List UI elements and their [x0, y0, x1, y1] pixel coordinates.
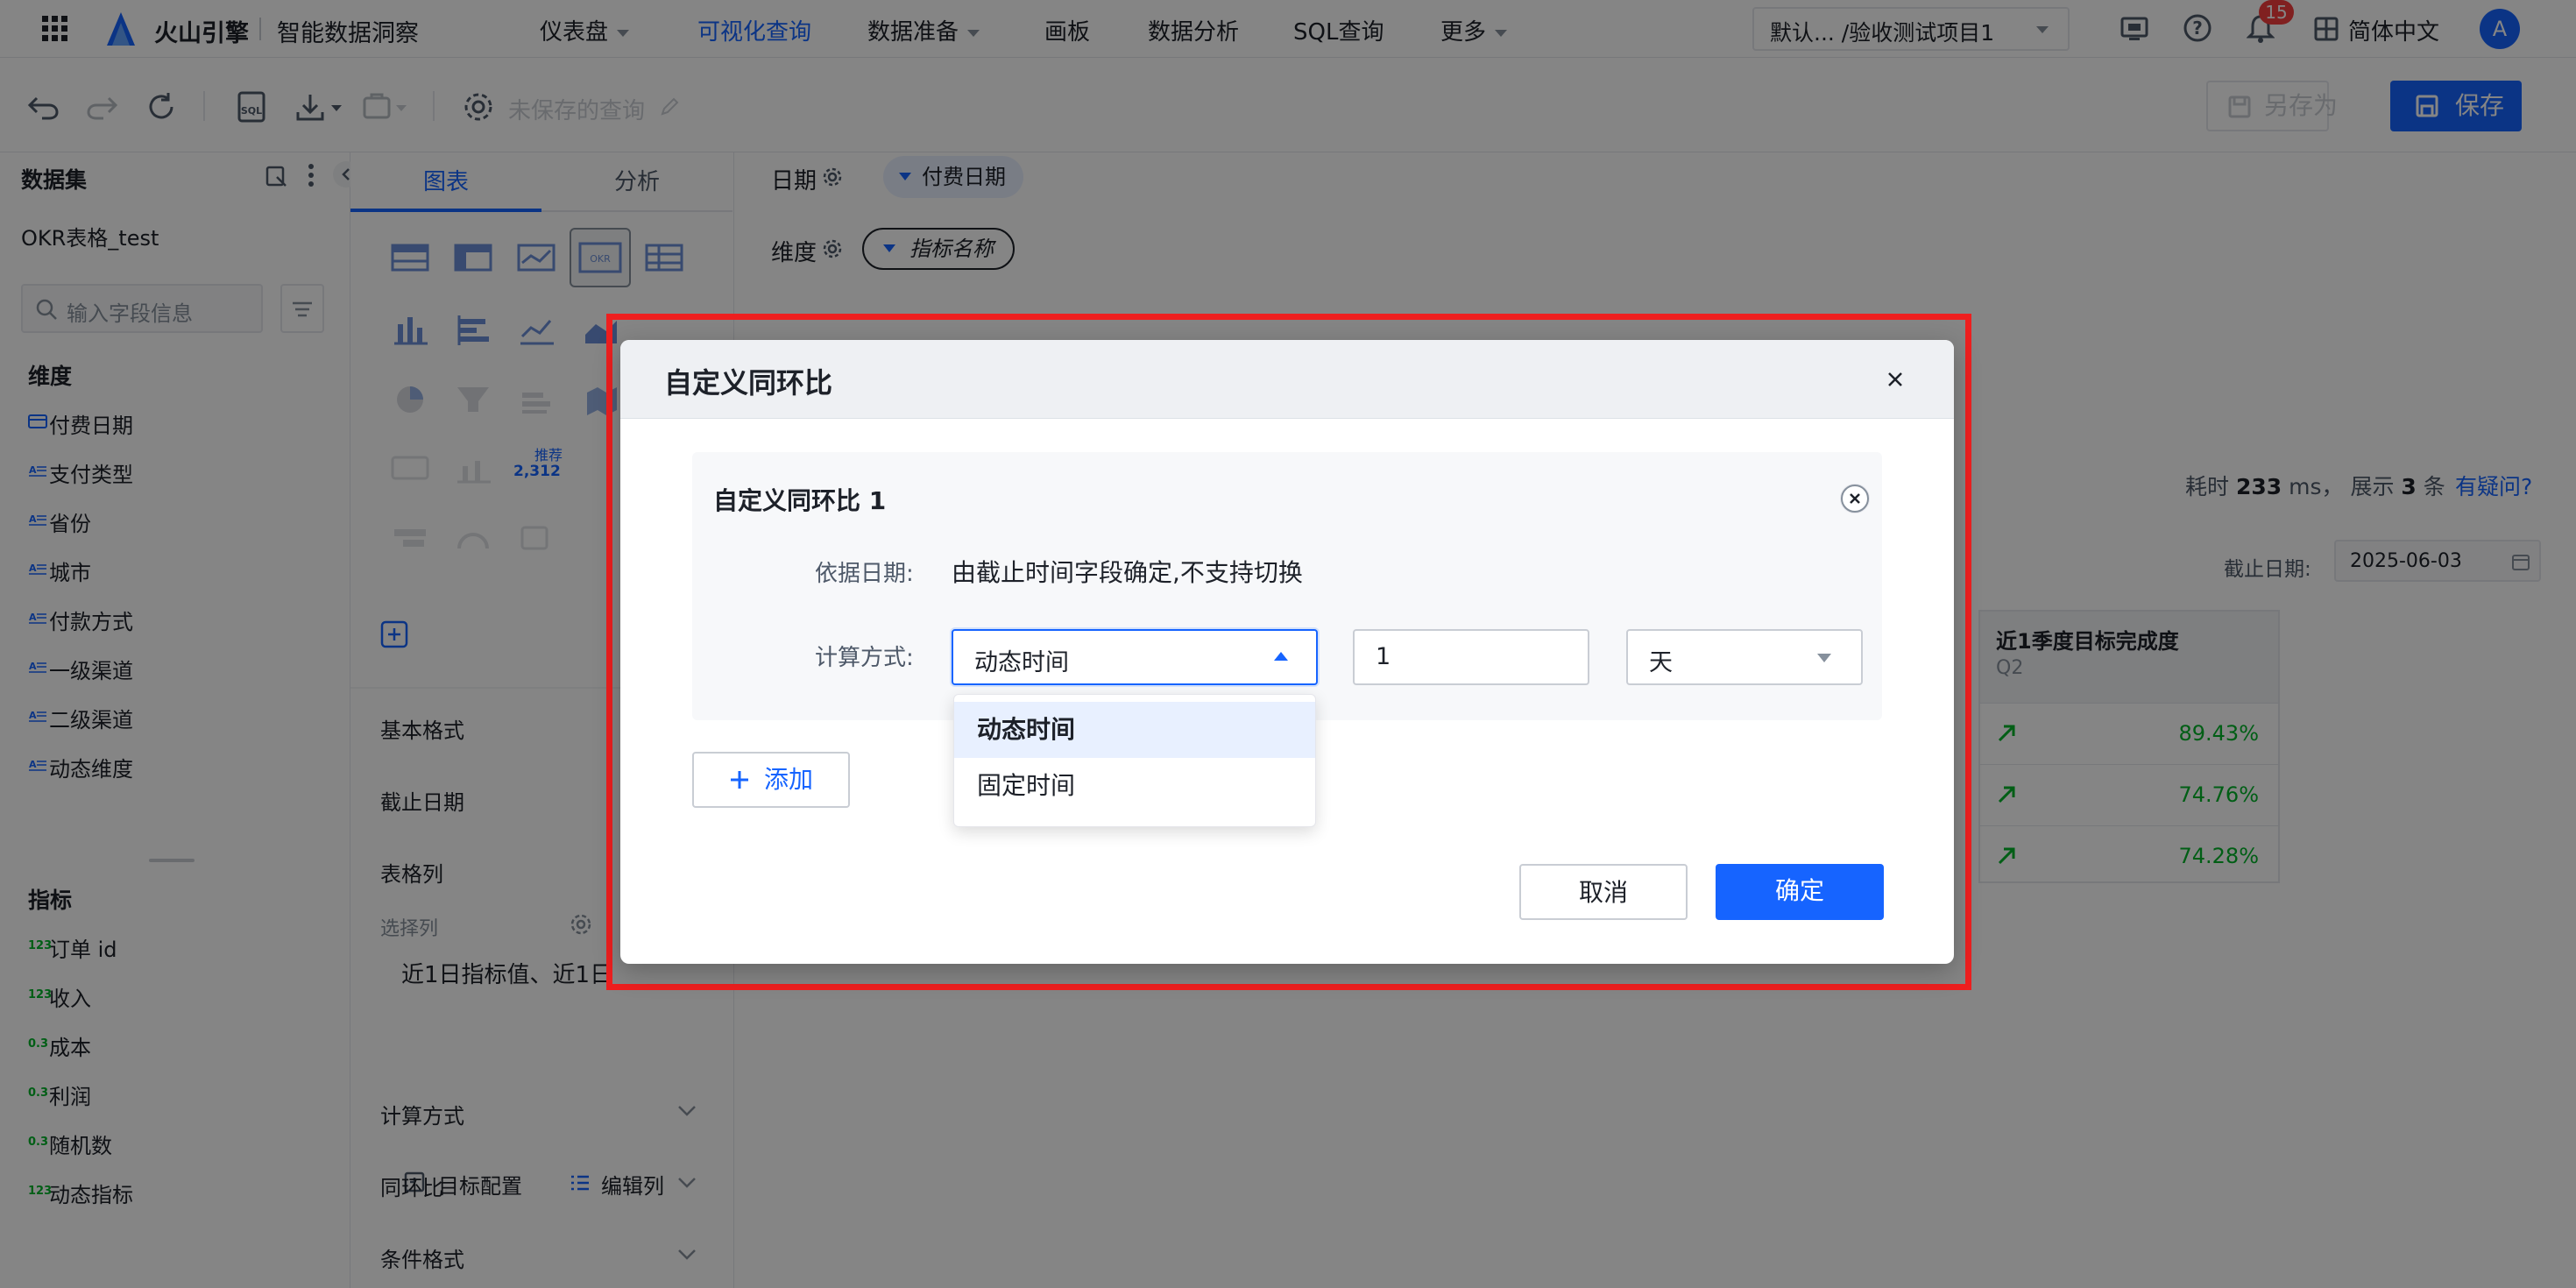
- calc-method-label: 计算方式:: [815, 645, 914, 671]
- modal-header: 自定义同环比: [620, 340, 1954, 419]
- confirm-button[interactable]: 确定: [1716, 864, 1884, 920]
- calc-method-select[interactable]: 动态时间: [952, 629, 1318, 685]
- option-fixed-time[interactable]: 固定时间: [954, 758, 1315, 814]
- modal-title: 自定义同环比: [664, 366, 833, 400]
- offset-number-input[interactable]: 1: [1353, 629, 1589, 685]
- calc-method-value: 动态时间: [974, 649, 1069, 676]
- calc-method-dropdown: 动态时间 固定时间: [953, 694, 1316, 827]
- plus-icon: [729, 769, 750, 790]
- add-rule-button[interactable]: 添加: [692, 752, 850, 808]
- unit-value: 天: [1649, 649, 1673, 676]
- unit-select[interactable]: 天: [1626, 629, 1863, 685]
- close-icon[interactable]: [1879, 363, 1912, 396]
- basis-date-label: 依据日期:: [815, 561, 914, 587]
- offset-number-value: 1: [1376, 643, 1391, 670]
- remove-rule-icon[interactable]: [1840, 484, 1870, 513]
- option-dynamic-time[interactable]: 动态时间: [954, 702, 1315, 758]
- cancel-button[interactable]: 取消: [1519, 864, 1688, 920]
- caret-up-icon: [1274, 652, 1288, 661]
- rule-title: 自定义同环比 1: [713, 486, 887, 515]
- caret-down-icon: [1817, 654, 1831, 662]
- basis-date-value: 由截止时间字段确定,不支持切换: [952, 558, 1303, 587]
